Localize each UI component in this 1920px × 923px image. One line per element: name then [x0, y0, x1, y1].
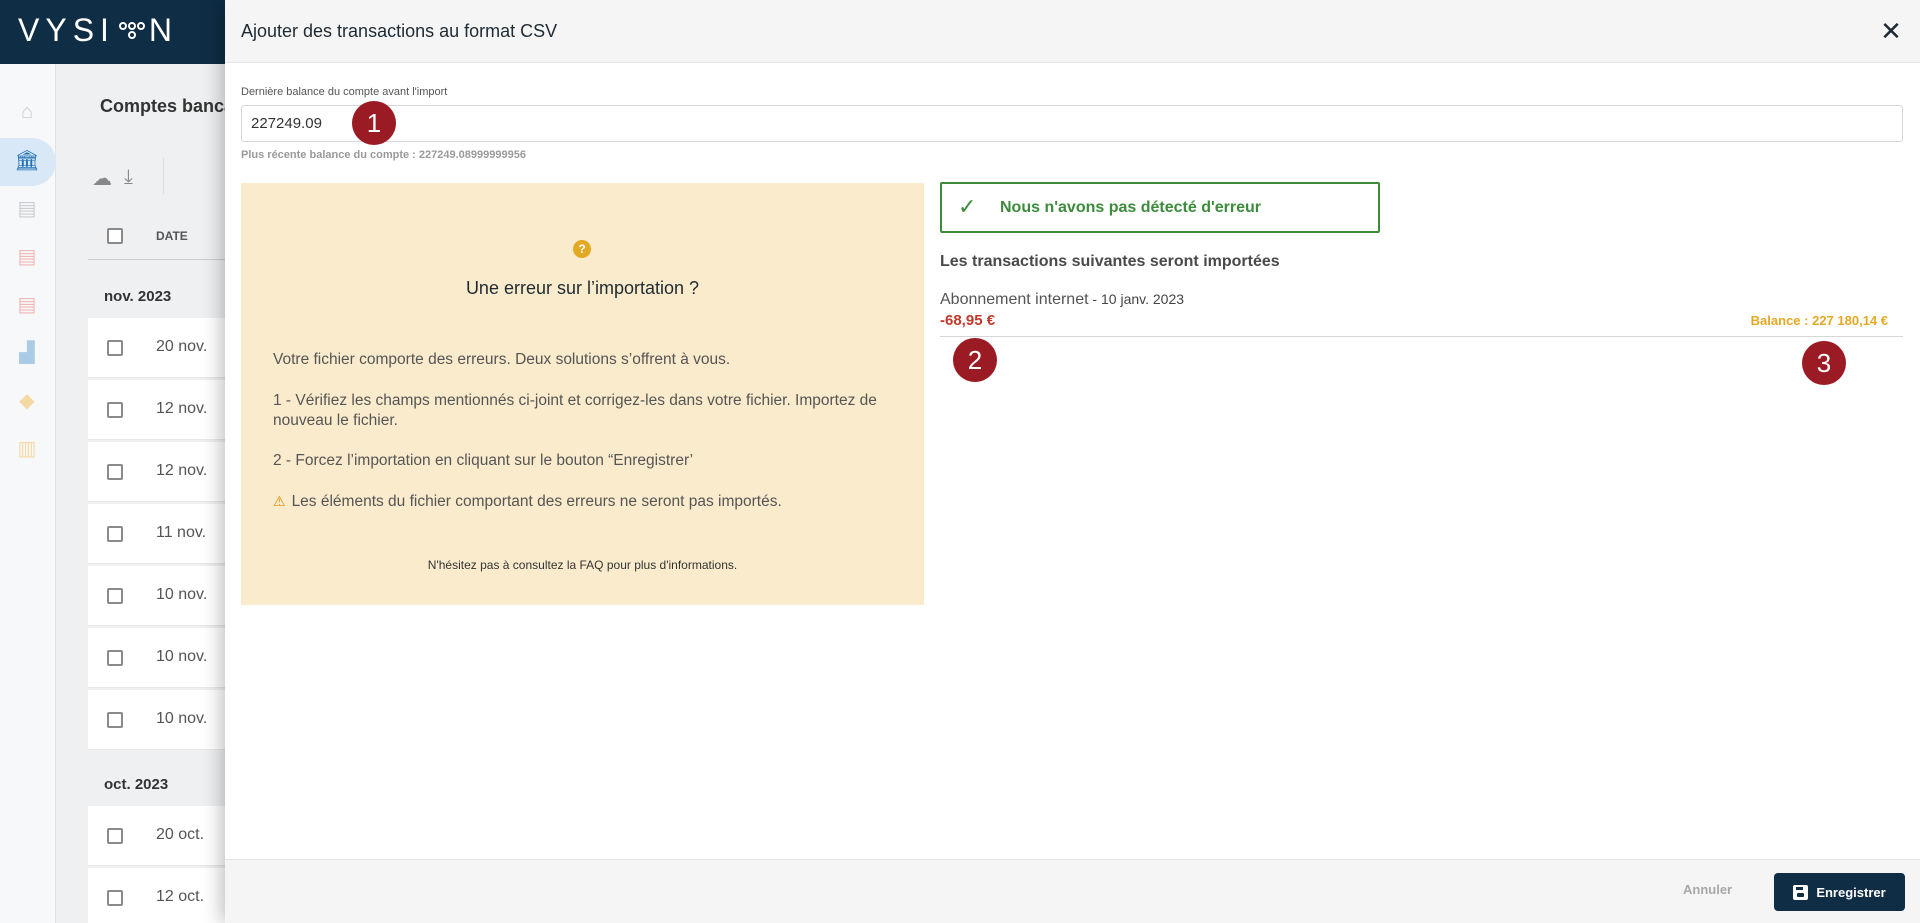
- app-logo[interactable]: VYSI N: [18, 12, 178, 49]
- chart-icon[interactable]: ▟: [15, 340, 39, 364]
- row-date: 20 nov.: [156, 338, 208, 355]
- month-group-label: oct. 2023: [104, 776, 169, 793]
- balance-label: Dernière balance du compte avant l'impor…: [241, 86, 448, 98]
- import-csv-modal: Ajouter des transactions au format CSV ✕…: [225, 0, 1920, 923]
- row-date: 12 oct.: [156, 888, 205, 905]
- logo-text-left: VYSI: [18, 12, 115, 48]
- question-icon: ?: [573, 240, 591, 258]
- table-row[interactable]: 12 nov.: [88, 442, 238, 502]
- save-button[interactable]: Enregistrer: [1774, 873, 1905, 911]
- modal-footer: Annuler Enregistrer: [225, 859, 1920, 923]
- table-row[interactable]: 11 nov.: [88, 504, 238, 564]
- table-row[interactable]: 10 nov.: [88, 690, 238, 750]
- row-checkbox[interactable]: [107, 712, 123, 728]
- annotation-marker: 3: [1802, 341, 1846, 385]
- help-warning: ⚠ Les éléments du fichier comportant des …: [273, 491, 903, 512]
- transaction-date: 10 janv. 2023: [1101, 291, 1185, 307]
- row-checkbox[interactable]: [107, 828, 123, 844]
- error-help-panel: ? Une erreur sur l’importation ? Votre f…: [241, 183, 924, 605]
- table-row[interactable]: 20 oct.: [88, 806, 238, 866]
- row-date: 11 nov.: [156, 524, 207, 541]
- annotation-marker: 1: [352, 101, 396, 145]
- home-icon[interactable]: ⌂: [15, 100, 39, 124]
- cancel-button[interactable]: Annuler: [1683, 882, 1732, 897]
- status-box: ✓ Nous n'avons pas détecté d'erreur: [940, 182, 1380, 233]
- date-column-header[interactable]: DATE: [156, 229, 188, 243]
- save-button-label: Enregistrer: [1816, 884, 1886, 900]
- book-icon[interactable]: ▥: [15, 436, 39, 460]
- close-icon[interactable]: ✕: [1876, 16, 1906, 46]
- toolbar-divider: [163, 158, 164, 194]
- table-row[interactable]: 10 nov.: [88, 628, 238, 688]
- table-row[interactable]: 20 nov.: [88, 318, 238, 378]
- table-row[interactable]: 12 nov.: [88, 380, 238, 440]
- row-date: 12 nov.: [156, 400, 208, 417]
- modal-title: Ajouter des transactions au format CSV: [241, 21, 558, 41]
- help-paragraph: Votre fichier comporte des erreurs. Deux…: [273, 351, 731, 368]
- row-checkbox[interactable]: [107, 588, 123, 604]
- transaction-item: Abonnement internet - 10 janv. 2023: [940, 291, 1184, 309]
- help-footer: N'hésitez pas à consultez la FAQ pour pl…: [427, 558, 738, 572]
- check-icon: ✓: [958, 194, 977, 219]
- row-checkbox[interactable]: [107, 340, 123, 356]
- transaction-amount: -68,95 €: [940, 312, 996, 329]
- table-row[interactable]: 10 nov.: [88, 566, 238, 626]
- transactions-heading: Les transactions suivantes seront import…: [940, 253, 1280, 270]
- transaction-name: Abonnement internet: [940, 291, 1089, 308]
- page-title: Comptes banca: [100, 96, 235, 116]
- row-date: 20 oct.: [156, 826, 205, 843]
- balance-hint: Plus récente balance du compte : 227249.…: [241, 149, 526, 161]
- help-warning-text: Les éléments du fichier comportant des e…: [291, 493, 782, 510]
- row-checkbox[interactable]: [107, 526, 123, 542]
- modal-header: Ajouter des transactions au format CSV ✕: [225, 0, 1920, 63]
- receipt-icon[interactable]: ▤: [15, 196, 39, 220]
- row-checkbox[interactable]: [107, 464, 123, 480]
- tag-icon[interactable]: ◆: [15, 388, 39, 412]
- annotation-marker: 2: [953, 338, 997, 382]
- status-text: Nous n'avons pas détecté d'erreur: [1000, 199, 1262, 216]
- transaction-separator: -: [1088, 291, 1101, 307]
- help-paragraph: 2 - Forcez l’importation en cliquant sur…: [273, 452, 694, 469]
- select-all-checkbox[interactable]: [107, 228, 123, 244]
- row-checkbox[interactable]: [107, 402, 123, 418]
- row-checkbox[interactable]: [107, 650, 123, 666]
- table-row[interactable]: 12 oct.: [88, 868, 238, 923]
- save-icon: [1793, 884, 1809, 900]
- help-title: Une erreur sur l’importation ?: [465, 278, 700, 298]
- download-icon[interactable]: ⤓: [124, 166, 133, 189]
- invoice-icon[interactable]: ▤: [15, 244, 39, 268]
- transaction-balance: Balance : 227 180,14 €: [1750, 313, 1888, 328]
- logo-text-right: N: [148, 12, 179, 48]
- month-group-label: nov. 2023: [104, 288, 172, 305]
- grape-icon: [118, 18, 145, 44]
- bank-icon[interactable]: 🏛: [14, 148, 39, 172]
- warning-icon: ⚠: [273, 493, 286, 509]
- row-checkbox[interactable]: [107, 890, 123, 906]
- row-date: 10 nov.: [156, 586, 208, 603]
- help-paragraph: 1 - Vérifiez les champs mentionnés ci-jo…: [273, 392, 877, 429]
- row-date: 12 nov.: [156, 462, 208, 479]
- transaction-divider: [940, 336, 1903, 337]
- cloud-download-icon[interactable]: ☁: [92, 166, 112, 191]
- balance-input[interactable]: [241, 105, 1903, 142]
- row-date: 10 nov.: [156, 710, 208, 727]
- row-date: 10 nov.: [156, 648, 208, 665]
- sidebar: ⌂ 🏛 ▤ ▤ ▤ ▟ ◆ ▥: [0, 64, 56, 923]
- expense-icon[interactable]: ▤: [15, 292, 39, 316]
